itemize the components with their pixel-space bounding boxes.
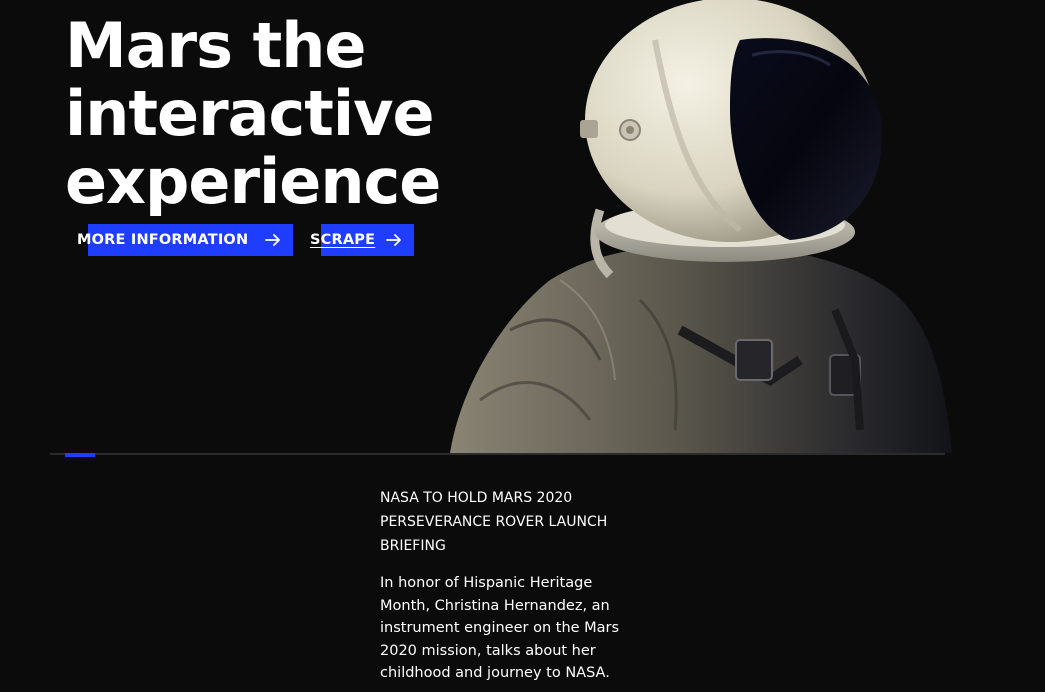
arrow-right-icon: [386, 234, 401, 246]
hero-title-line-2: interactive: [65, 77, 435, 150]
news-headline[interactable]: NASA TO HOLD MARS 2020 PERSEVERANCE ROVE…: [380, 486, 630, 558]
hero-title-line-3: experience: [65, 145, 441, 218]
hero-title-line-1: Mars the: [65, 9, 366, 82]
news-body: In honor of Hispanic Heritage Month, Chr…: [380, 575, 620, 681]
scrape-button[interactable]: SCRAPE: [310, 224, 414, 256]
more-information-label: MORE INFORMATION: [77, 232, 249, 248]
scrape-label: SCRAPE: [310, 232, 376, 248]
slider-progress-indicator: [65, 453, 95, 457]
hero-title: Mars the interactive experience: [65, 9, 441, 218]
arrow-right-icon: [265, 234, 280, 246]
astronaut-image: [450, 0, 952, 453]
slider-progress-track[interactable]: [50, 453, 945, 455]
more-information-button[interactable]: MORE INFORMATION: [77, 224, 293, 256]
